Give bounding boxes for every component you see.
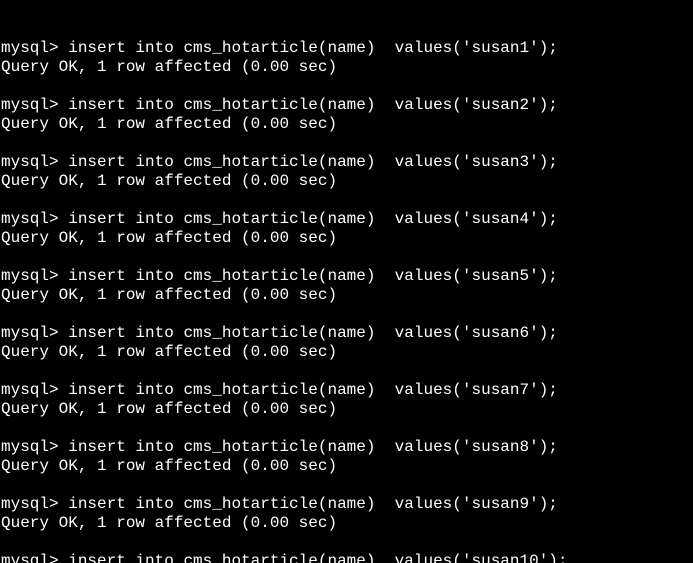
- terminal-command-line: mysql> insert into cms_hotarticle(name) …: [1, 438, 693, 457]
- terminal-block: mysql> insert into cms_hotarticle(name) …: [1, 495, 693, 552]
- terminal-block: mysql> insert into cms_hotarticle(name) …: [1, 39, 693, 96]
- terminal-result-text: Query OK, 1 row affected (0.00 sec): [1, 286, 338, 304]
- terminal-block: mysql> insert into cms_hotarticle(name) …: [1, 267, 693, 324]
- terminal-command-line: mysql> insert into cms_hotarticle(name) …: [1, 552, 693, 563]
- terminal-command-text: insert into cms_hotarticle(name) values(…: [68, 39, 558, 57]
- terminal-command-line: mysql> insert into cms_hotarticle(name) …: [1, 96, 693, 115]
- terminal-block: mysql> insert into cms_hotarticle(name) …: [1, 552, 693, 563]
- terminal-result-text: Query OK, 1 row affected (0.00 sec): [1, 172, 338, 190]
- mysql-prompt: mysql>: [1, 381, 69, 399]
- terminal-command-text: insert into cms_hotarticle(name) values(…: [68, 552, 568, 563]
- terminal-result-text: Query OK, 1 row affected (0.00 sec): [1, 58, 338, 76]
- terminal-block: mysql> insert into cms_hotarticle(name) …: [1, 381, 693, 438]
- mysql-prompt: mysql>: [1, 495, 69, 513]
- terminal-result-line: Query OK, 1 row affected (0.00 sec): [1, 343, 693, 362]
- terminal-result-line: Query OK, 1 row affected (0.00 sec): [1, 514, 693, 533]
- terminal-result-line: Query OK, 1 row affected (0.00 sec): [1, 172, 693, 191]
- terminal-command-text: insert into cms_hotarticle(name) values(…: [68, 210, 558, 228]
- terminal-command-text: insert into cms_hotarticle(name) values(…: [68, 495, 558, 513]
- terminal-result-text: Query OK, 1 row affected (0.00 sec): [1, 115, 338, 133]
- terminal-result-line: Query OK, 1 row affected (0.00 sec): [1, 115, 693, 134]
- terminal-command-line: mysql> insert into cms_hotarticle(name) …: [1, 495, 693, 514]
- terminal-result-line: Query OK, 1 row affected (0.00 sec): [1, 400, 693, 419]
- terminal-output-area[interactable]: mysql> insert into cms_hotarticle(name) …: [0, 0, 693, 563]
- terminal-command-line: mysql> insert into cms_hotarticle(name) …: [1, 210, 693, 229]
- mysql-prompt: mysql>: [1, 267, 69, 285]
- terminal-block: mysql> insert into cms_hotarticle(name) …: [1, 438, 693, 495]
- terminal-result-text: Query OK, 1 row affected (0.00 sec): [1, 229, 338, 247]
- terminal-result-line: Query OK, 1 row affected (0.00 sec): [1, 58, 693, 77]
- terminal-result-text: Query OK, 1 row affected (0.00 sec): [1, 514, 338, 532]
- mysql-prompt: mysql>: [1, 39, 69, 57]
- terminal-result-text: Query OK, 1 row affected (0.00 sec): [1, 457, 338, 475]
- terminal-result-line: Query OK, 1 row affected (0.00 sec): [1, 286, 693, 305]
- terminal-command-line: mysql> insert into cms_hotarticle(name) …: [1, 381, 693, 400]
- terminal-command-text: insert into cms_hotarticle(name) values(…: [68, 96, 558, 114]
- terminal-block: mysql> insert into cms_hotarticle(name) …: [1, 210, 693, 267]
- mysql-prompt: mysql>: [1, 210, 69, 228]
- mysql-prompt: mysql>: [1, 438, 69, 456]
- terminal-result-text: Query OK, 1 row affected (0.00 sec): [1, 400, 338, 418]
- terminal-command-line: mysql> insert into cms_hotarticle(name) …: [1, 267, 693, 286]
- mysql-prompt: mysql>: [1, 153, 69, 171]
- terminal-command-text: insert into cms_hotarticle(name) values(…: [68, 267, 558, 285]
- terminal-result-text: Query OK, 1 row affected (0.00 sec): [1, 343, 338, 361]
- terminal-block: mysql> insert into cms_hotarticle(name) …: [1, 96, 693, 153]
- terminal-command-text: insert into cms_hotarticle(name) values(…: [68, 438, 558, 456]
- mysql-prompt: mysql>: [1, 552, 69, 563]
- terminal-command-text: insert into cms_hotarticle(name) values(…: [68, 324, 558, 342]
- terminal-result-line: Query OK, 1 row affected (0.00 sec): [1, 229, 693, 248]
- terminal-command-line: mysql> insert into cms_hotarticle(name) …: [1, 39, 693, 58]
- terminal-block: mysql> insert into cms_hotarticle(name) …: [1, 324, 693, 381]
- terminal-result-line: Query OK, 1 row affected (0.00 sec): [1, 457, 693, 476]
- terminal-command-text: insert into cms_hotarticle(name) values(…: [68, 153, 558, 171]
- mysql-prompt: mysql>: [1, 324, 69, 342]
- mysql-prompt: mysql>: [1, 96, 69, 114]
- terminal-command-line: mysql> insert into cms_hotarticle(name) …: [1, 324, 693, 343]
- terminal-command-line: mysql> insert into cms_hotarticle(name) …: [1, 153, 693, 172]
- terminal-command-text: insert into cms_hotarticle(name) values(…: [68, 381, 558, 399]
- terminal-block: mysql> insert into cms_hotarticle(name) …: [1, 153, 693, 210]
